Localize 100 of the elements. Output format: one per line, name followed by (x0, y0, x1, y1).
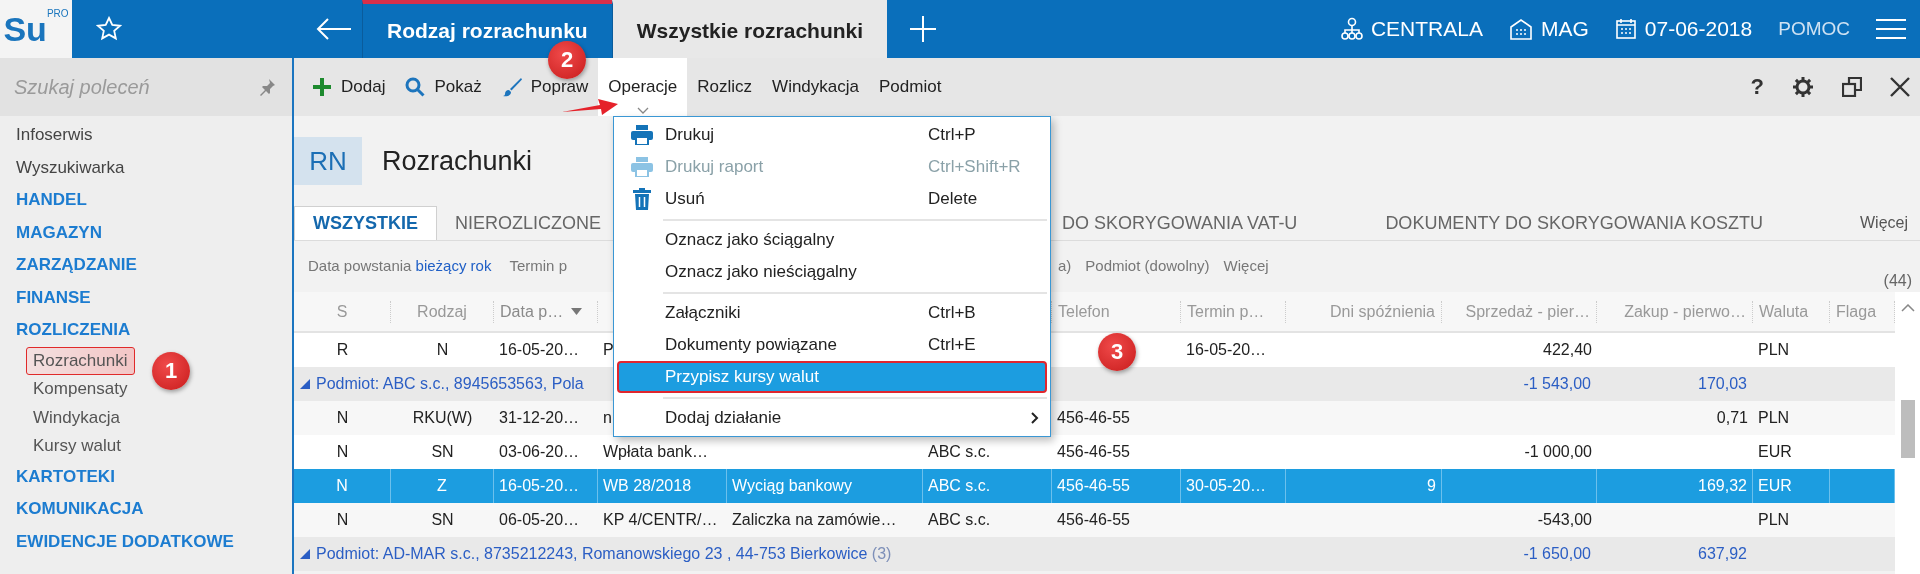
logo[interactable]: Su$^{PRO}$ (0, 0, 72, 58)
scrollbar-thumb[interactable] (1900, 400, 1915, 458)
filter-link[interactable]: Więcej (1223, 257, 1269, 274)
restore-window-icon[interactable] (1842, 77, 1862, 97)
collapse-triangle-icon[interactable] (300, 549, 310, 559)
sidebar-item[interactable]: ZARZĄDZANIE (0, 249, 137, 282)
column-header[interactable]: Waluta (1753, 300, 1830, 323)
document-tab[interactable]: Wszystkie rozrachunki (611, 0, 888, 58)
sidebar-item[interactable]: KOMUNIKACJA (0, 493, 144, 526)
group-total: 637,92 (1698, 545, 1747, 562)
menu-item[interactable]: Dodaj działanie (617, 402, 1047, 434)
sidebar-item[interactable]: KARTOTEKI (0, 460, 115, 493)
building-icon (1508, 18, 1533, 40)
sidebar-subitem[interactable]: Windykacja (26, 403, 127, 432)
filter-link[interactable]: Podmiot (dowolny) (1085, 257, 1210, 274)
pin-icon[interactable] (258, 78, 276, 96)
group-total: 170,03 (1698, 375, 1747, 392)
column-header[interactable]: Dni spóźnienia (1286, 300, 1442, 323)
scrollbar[interactable] (1895, 292, 1920, 574)
sidebar-item[interactable]: EWIDENCJE DODATKOWE (0, 525, 234, 558)
table-cell: 169,32 (1698, 477, 1747, 495)
table-cell: 31-12-20… (499, 409, 580, 427)
record-count: (44) (1883, 272, 1913, 291)
sidebar-subitem[interactable]: Rozrachunki (26, 346, 135, 375)
plus-icon[interactable] (909, 15, 938, 43)
scroll-up-icon[interactable] (1900, 304, 1915, 312)
table-cell: Z (437, 477, 447, 495)
more-tabs-link[interactable]: Więcej (1860, 206, 1920, 240)
calendar-icon (1614, 18, 1637, 40)
table-cell: N (436, 341, 449, 359)
toolbar-button[interactable]: Podmiot (869, 58, 952, 116)
printer-icon (631, 125, 653, 145)
filter-link[interactable]: Termin p (509, 257, 567, 274)
toolbar-button[interactable]: Windykacja (762, 58, 869, 116)
sidebar-item[interactable]: ROZLICZENIA (0, 314, 131, 347)
table-cell: 456-46-55 (1057, 443, 1130, 461)
sidebar-item[interactable]: Wyszukiwarka (0, 151, 125, 184)
menu-item[interactable]: Oznacz jako ściągalny (617, 224, 1047, 256)
table-row[interactable]: N SN 03-06-20… Wpłata bank… ABC s.c. 456-46-55 -1 000,00 EUR (294, 435, 1895, 469)
column-header[interactable]: Data p… (494, 300, 598, 323)
column-header[interactable]: Zakup - pierwo… (1597, 300, 1753, 323)
network-icon (1340, 17, 1363, 41)
table-cell: 03-06-20… (499, 443, 580, 461)
table-cell: R (336, 341, 349, 359)
sidebar-item[interactable]: FINANSE (0, 281, 91, 314)
close-icon[interactable] (1890, 77, 1910, 97)
table-cell: P (603, 341, 614, 359)
menu-item[interactable]: Załączniki Ctrl+B (617, 297, 1047, 329)
sidebar-item[interactable]: MAGAZYN (0, 216, 102, 249)
table-cell: n (603, 409, 612, 427)
column-header[interactable]: Telefon (1052, 300, 1181, 323)
toolbar-button[interactable]: Pokaż (395, 58, 492, 116)
table-cell: -1 000,00 (1524, 443, 1592, 461)
trash-icon (633, 188, 651, 210)
menu-item[interactable]: Usuń Delete (617, 183, 1047, 215)
sidebar-subitem[interactable]: Kursy walut (26, 432, 128, 461)
back-arrow-icon[interactable] (316, 17, 352, 41)
column-header[interactable]: S (294, 300, 391, 323)
menu-item[interactable]: Drukuj Ctrl+P (617, 119, 1047, 151)
table-row[interactable]: N SN 06-05-20… KP 4/CENTR/… Zaliczka na zamówie… ABC s.c. 456-46-55 -543,00 PLN (294, 503, 1895, 537)
search-box[interactable]: Szukaj poleceń (0, 58, 292, 116)
table-cell: Wpłata bank… (603, 443, 708, 461)
collapse-triangle-icon[interactable] (300, 379, 310, 389)
view-tab[interactable]: WSZYSTKIE (294, 206, 437, 240)
toolbar-button[interactable]: Rozlicz (687, 58, 763, 116)
table-row[interactable]: N Z 16-05-20… WB 28/2018 Wyciąg bankowy ABC s.c. 456-46-55 30-05-20… 9 169,32 EUR (294, 469, 1895, 503)
group-row[interactable]: Podmiot: AD-MAR s.c., 8735212243, Romanowskiego 23 , 44-753 Bierkowice (3) -1 650,00 637,92 (294, 537, 1895, 571)
table-cell: PLN (1758, 409, 1790, 427)
status-label[interactable]: CENTRALA (1370, 17, 1483, 41)
table-cell: WB 28/2018 (603, 477, 692, 495)
menu-icon[interactable] (1876, 18, 1906, 40)
group-total: -1 650,00 (1523, 545, 1591, 562)
status-label[interactable]: MAG (1540, 17, 1589, 41)
menu-item[interactable]: Przypisz kursy walut (617, 361, 1047, 393)
status-label[interactable]: 07-06-2018 (1644, 17, 1753, 41)
table-cell: PLN (1758, 511, 1790, 529)
group-total: -1 543,00 (1523, 375, 1591, 392)
view-tab[interactable]: DOKUMENTY DO SKORYGOWANIA KOSZTU (1367, 206, 1782, 240)
toolbar-button[interactable]: Operacje (598, 58, 688, 116)
pointer-arrow-icon (562, 96, 618, 116)
table-cell: 456-46-55 (1057, 409, 1130, 427)
settings-icon[interactable] (1792, 76, 1814, 98)
search-icon (405, 77, 426, 97)
filter-link[interactable]: a) (1058, 257, 1072, 274)
column-header[interactable]: Termin p… (1181, 300, 1286, 323)
table-cell: EUR (1758, 477, 1792, 495)
filter-link[interactable]: Data powstania bieżący rok (308, 257, 492, 274)
column-header[interactable]: Rodzaj (391, 300, 494, 323)
toolbar-button[interactable]: Dodaj (302, 58, 396, 116)
printer-icon (631, 157, 653, 177)
document-type-badge: RN (294, 137, 362, 185)
star-icon[interactable] (96, 16, 122, 42)
sidebar-item[interactable]: HANDEL (0, 184, 87, 217)
column-header[interactable]: Sprzedaż - pier… (1442, 300, 1597, 323)
sidebar-item[interactable]: Infoserwis (0, 119, 93, 152)
help-button[interactable]: ? (1750, 74, 1764, 100)
sidebar-subitem[interactable]: Kompensaty (26, 375, 135, 404)
menu-item[interactable]: Oznacz jako nieściągalny (617, 256, 1047, 288)
table-cell: N (336, 443, 349, 461)
help-link[interactable]: POMOC (1778, 18, 1850, 40)
